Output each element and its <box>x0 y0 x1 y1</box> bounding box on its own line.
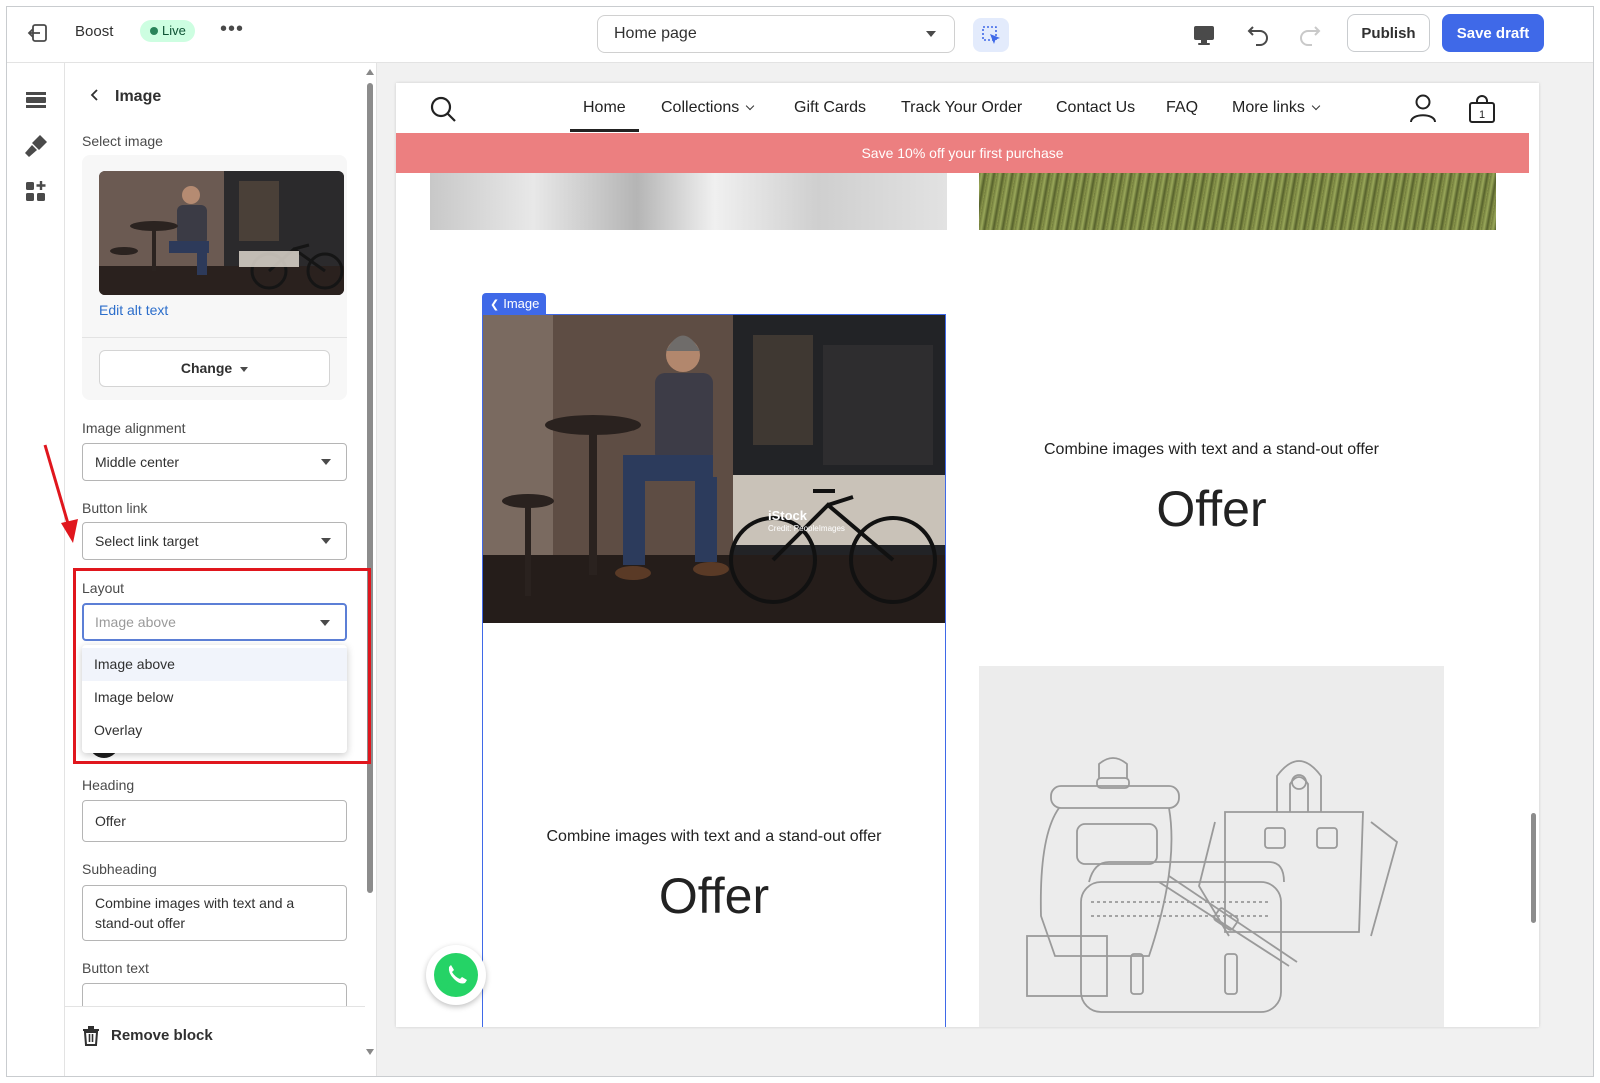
layout-label: Layout <box>82 580 125 596</box>
block-caption: Combine images with text and a stand-out… <box>1044 441 1379 458</box>
scroll-down-arrow[interactable] <box>366 1049 374 1055</box>
publish-button[interactable]: Publish <box>1347 14 1430 52</box>
man-with-bicycle-photo: iStock Credit: PeopleImages <box>483 315 945 623</box>
block-heading: Offer <box>658 868 770 924</box>
left-rail <box>7 63 65 1076</box>
heading-value: Offer <box>95 813 126 829</box>
store-header: Home Collections Gift Cards Track Your O… <box>396 83 1529 133</box>
scroll-up-arrow[interactable] <box>366 69 374 75</box>
layout-option-image-above[interactable]: Image above <box>82 648 347 681</box>
thumbnail-photo <box>99 171 344 295</box>
more-actions-button[interactable]: ••• <box>220 18 244 41</box>
nav-link-track-order[interactable]: Track Your Order <box>901 99 1022 117</box>
image-alignment-select[interactable]: Middle center <box>82 443 347 481</box>
theme-settings-icon[interactable] <box>21 131 51 161</box>
photo-credit: Credit: PeopleImages <box>768 524 845 533</box>
button-link-select[interactable]: Select link target <box>82 522 347 560</box>
top-bar: Boost Live ••• Home page Publish Save dr <box>7 7 1593 63</box>
chevron-down-icon <box>926 31 936 37</box>
edit-alt-text-link[interactable]: Edit alt text <box>99 302 168 318</box>
page-selector[interactable]: Home page <box>597 15 955 53</box>
previous-section-image[interactable] <box>430 173 947 230</box>
caret-down-icon <box>240 366 249 372</box>
image-alignment-label: Image alignment <box>82 420 186 436</box>
caret-down-icon <box>320 620 330 626</box>
previous-section-image[interactable] <box>979 173 1496 230</box>
layout-placeholder: Image above <box>95 614 176 630</box>
selected-block-tag-label: Image <box>503 296 540 311</box>
exit-icon[interactable] <box>27 21 51 45</box>
caret-down-icon <box>321 459 331 465</box>
subheading-value: Combine images with text and a stand-out… <box>95 895 295 931</box>
chevron-left-icon: ❮ <box>490 299 500 311</box>
button-text-label: Button text <box>82 960 149 976</box>
divider <box>82 337 347 338</box>
image-alignment-value: Middle center <box>95 454 180 470</box>
remove-block-label: Remove block <box>111 1027 213 1044</box>
nav-link-contact[interactable]: Contact Us <box>1056 99 1135 117</box>
bags-illustration <box>1026 757 1399 1013</box>
whatsapp-icon <box>434 953 478 997</box>
image-picker: Edit alt text Change <box>82 155 347 400</box>
remove-block-button[interactable]: Remove block <box>65 1006 365 1076</box>
nav-link-collections-label: Collections <box>661 99 740 116</box>
preview-scrollbar[interactable] <box>1531 813 1536 923</box>
sections-icon[interactable] <box>21 85 51 115</box>
nav-link-more-label: More links <box>1232 99 1305 116</box>
cart-count: 1 <box>1479 109 1485 121</box>
bags-illustration-image[interactable] <box>979 666 1444 1027</box>
layout-dropdown: Image above Image below Overlay <box>82 645 347 753</box>
block-photo[interactable]: iStock Credit: PeopleImages <box>483 315 945 623</box>
block-settings-panel: Image Select image Edit alt text Change … <box>65 63 377 1076</box>
layout-select[interactable]: Image above <box>82 603 347 641</box>
trash-icon <box>83 1026 99 1046</box>
inspector-icon <box>982 26 1000 44</box>
theme-editor-window: Boost Live ••• Home page Publish Save dr <box>6 6 1594 1077</box>
button-link-label: Button link <box>82 500 148 516</box>
nav-link-faq[interactable]: FAQ <box>1166 99 1198 117</box>
nav-link-gift-cards[interactable]: Gift Cards <box>794 99 866 117</box>
heading-label: Heading <box>82 777 135 793</box>
photo-watermark: iStock <box>768 508 808 523</box>
block-heading: Offer <box>1156 481 1267 537</box>
heading-input[interactable]: Offer <box>82 800 347 842</box>
back-icon[interactable] <box>87 87 103 103</box>
cart-icon[interactable]: 1 <box>1467 94 1497 124</box>
nav-link-collections[interactable]: Collections <box>661 99 755 117</box>
panel-title: Image <box>115 88 162 105</box>
chevron-down-icon <box>1311 101 1321 111</box>
nav-link-home[interactable]: Home <box>570 99 639 132</box>
button-link-value: Select link target <box>95 533 199 549</box>
status-badge: Live <box>140 20 195 42</box>
layout-option-image-below[interactable]: Image below <box>82 681 347 714</box>
change-image-button[interactable]: Change <box>99 350 330 387</box>
desktop-preview-icon[interactable] <box>1191 22 1217 48</box>
storefront-preview: Home Collections Gift Cards Track Your O… <box>396 83 1539 1027</box>
apps-icon[interactable] <box>21 177 51 207</box>
store-name: Boost <box>75 23 114 40</box>
inspector-toggle-button[interactable] <box>973 18 1009 52</box>
page-selector-label: Home page <box>614 25 697 42</box>
announcement-bar[interactable]: Save 10% off your first purchase <box>396 133 1529 173</box>
chevron-down-icon <box>746 101 755 111</box>
selected-block-tag[interactable]: ❮ Image <box>482 293 546 315</box>
whatsapp-chat-button[interactable] <box>426 945 486 1005</box>
change-label: Change <box>180 360 233 376</box>
search-icon[interactable] <box>429 95 457 123</box>
layout-option-overlay[interactable]: Overlay <box>82 714 347 747</box>
subheading-label: Subheading <box>82 861 157 877</box>
undo-icon[interactable] <box>1245 21 1271 47</box>
caret-down-icon <box>321 538 331 544</box>
announcement-text: Save 10% off your first purchase <box>861 145 1064 161</box>
select-image-label: Select image <box>82 133 163 149</box>
redo-icon[interactable] <box>1297 21 1323 47</box>
save-draft-button[interactable]: Save draft <box>1442 14 1544 52</box>
subheading-textarea[interactable]: Combine images with text and a stand-out… <box>82 885 347 941</box>
panel-scrollbar[interactable] <box>367 83 373 893</box>
image-thumbnail[interactable] <box>99 171 344 295</box>
block-caption: Combine images with text and a stand-out… <box>546 828 882 845</box>
account-icon[interactable] <box>1409 93 1437 123</box>
nav-link-more[interactable]: More links <box>1232 99 1321 117</box>
